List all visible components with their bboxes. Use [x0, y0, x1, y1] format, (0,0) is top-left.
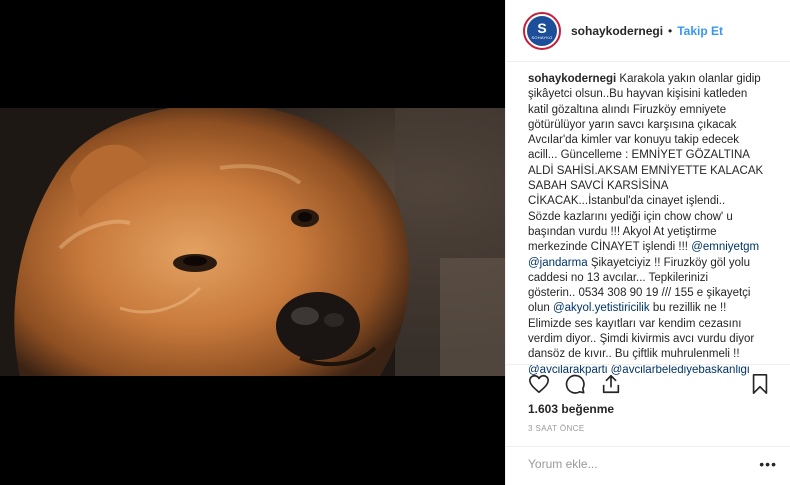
avatar-logo-mark: S [537, 20, 547, 36]
media-panel [0, 0, 505, 485]
header-separator: • [668, 23, 673, 38]
caption-line: Karakola yakın olanlar gidip [619, 73, 761, 85]
post-caption: sohaykodernegi Karakola yakın olanlar gi… [528, 72, 786, 378]
mention-link[interactable]: @emniyetgm [691, 241, 759, 253]
caption-line: Avcılar'da kimler var konuyu takip edece… [528, 134, 739, 147]
caption-line: götürülüyor yarın savcı karşısına çıkaca… [528, 118, 737, 131]
caption-line: caddesi no 13 avcılar... Tepkilerinizi [528, 271, 709, 284]
likes-count[interactable]: 1.603 beğenme [528, 402, 614, 416]
post-sidebar: S SOHAYKO sohaykodernegi • Takip Et soha… [505, 0, 790, 485]
caption-line: CİKACAK...İstanbul'da cinayet işlendi.. [528, 195, 726, 208]
mention-link[interactable]: @jandarma [528, 257, 588, 269]
avatar[interactable]: S SOHAYKO [523, 11, 561, 50]
caption-line: verdim diyor.. Şimdi kivirmis avcı vurdu… [528, 333, 755, 346]
caption-line: acill... Güncelleme : EMNİYET GÖZALTINA [528, 149, 750, 162]
caption-line: ALDİ SAHİSİ.AKSAM EMNİYETTE KALACAK [528, 164, 764, 177]
avatar-logo: S SOHAYKO [527, 15, 557, 46]
caption-line: Sözde kazlarını yediği için chow chow' u [528, 210, 733, 223]
avatar-logo-caption: SOHAYKO [531, 35, 553, 40]
action-bar [506, 364, 790, 400]
post-timestamp[interactable]: 3 SAAT ÖNCE [528, 424, 585, 433]
caption-line: katil gözaltına alındı Firuzköy emniyete [528, 103, 727, 116]
caption-line: merkezinde CİNAYET işlendi !!! [528, 241, 688, 254]
follow-button[interactable]: Takip Et [677, 24, 723, 38]
caption-line: bu rezillik ne !! [652, 302, 727, 315]
comment-input[interactable] [528, 457, 748, 471]
caption-line: Şikayetciyiz !! Firuzköy göl yolu [590, 256, 750, 269]
more-options-button[interactable]: ••• [759, 457, 777, 471]
bookmark-icon[interactable] [749, 373, 771, 395]
dog-photo-illustration [0, 108, 505, 376]
heart-icon[interactable] [528, 373, 550, 395]
caption-line: SABAH SAVCİ KARSİSİNA [528, 180, 669, 193]
caption-line: Elimizde ses kayıtları var kendim cezası… [528, 317, 742, 330]
comment-icon[interactable] [564, 373, 586, 395]
post-photo[interactable] [0, 108, 505, 376]
caption-line: şikâyetci olsun..Bu hayvan kişisini katl… [528, 88, 748, 101]
caption-line: başından vurdu !!! Akyol At yetiştirme [528, 225, 717, 238]
caption-line: gösterin.. 0534 308 90 19 /// 155 e şika… [528, 287, 751, 300]
caption-line: dansöz de kıvır.. Bu çiftlik muhrulenmel… [528, 348, 740, 361]
header-username[interactable]: sohaykodernegi [571, 24, 663, 38]
comment-bar: ••• [506, 446, 790, 485]
caption-username[interactable]: sohaykodernegi [528, 73, 616, 85]
post-header: S SOHAYKO sohaykodernegi • Takip Et [506, 0, 790, 62]
caption-line: olun [528, 302, 550, 315]
share-icon[interactable] [600, 373, 622, 395]
mention-link[interactable]: @akyol.yetistiricilik [553, 302, 650, 314]
